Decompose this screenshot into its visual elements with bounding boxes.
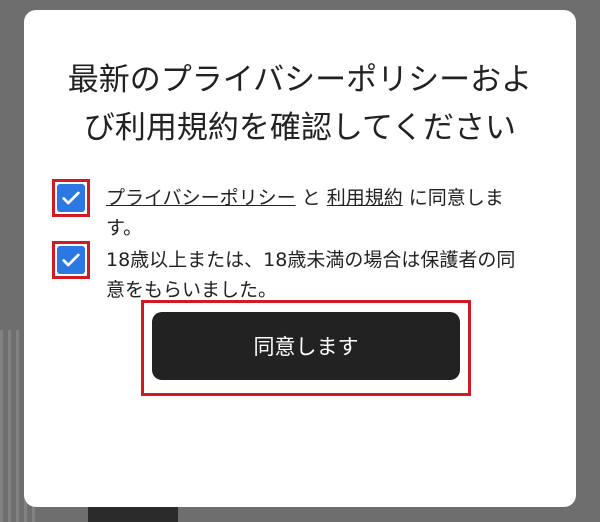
consent-connector: と — [295, 187, 327, 209]
age-consent-checkbox[interactable] — [57, 246, 85, 274]
agree-button[interactable]: 同意します — [152, 312, 460, 380]
checkmark-icon — [62, 191, 80, 205]
terms-of-use-link[interactable]: 利用規約 — [327, 187, 403, 209]
checkbox-highlight-frame — [52, 241, 90, 279]
checkbox-highlight-frame — [52, 179, 90, 217]
privacy-terms-checkbox[interactable] — [57, 184, 85, 212]
checkmark-icon — [62, 253, 80, 267]
consent-dialog: 最新のプライバシーポリシーおよび利用規約を確認してください プライバシーポリシー… — [24, 10, 576, 507]
privacy-terms-consent-text: プライバシーポリシー と 利用規約 に同意します。 — [106, 183, 526, 243]
dialog-title: 最新のプライバシーポリシーおよび利用規約を確認してください — [67, 62, 533, 146]
privacy-terms-consent-row: プライバシーポリシー と 利用規約 に同意します。 — [52, 179, 526, 243]
age-consent-row: 18歳以上または、18歳未満の場合は保護者の同意をもらいました。 — [52, 241, 526, 305]
background-illustration-fragment — [88, 505, 178, 522]
age-consent-text: 18歳以上または、18歳未満の場合は保護者の同意をもらいました。 — [106, 249, 516, 301]
privacy-policy-link[interactable]: プライバシーポリシー — [106, 187, 296, 209]
